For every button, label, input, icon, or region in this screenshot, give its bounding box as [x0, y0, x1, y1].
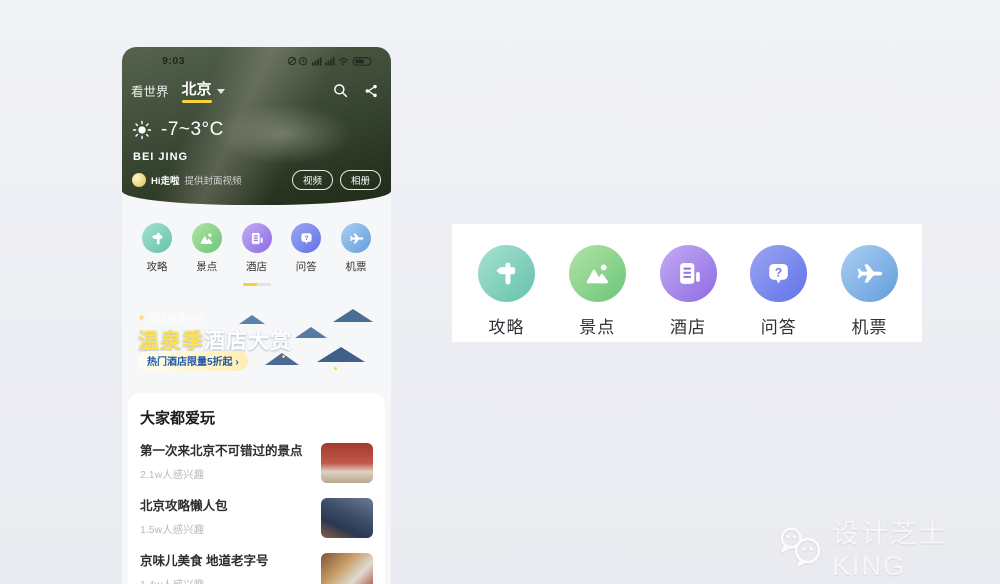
- battery-icon: [353, 57, 371, 65]
- guide-icon: [142, 223, 172, 253]
- nav-item-sights[interactable]: 景点: [192, 223, 222, 274]
- tab-city-beijing[interactable]: 北京: [182, 78, 212, 103]
- wifi-icon: [340, 58, 348, 62]
- signal-icon: [312, 57, 335, 65]
- carousel-indicator: [122, 283, 391, 286]
- status-bar: 9:03: [122, 47, 391, 67]
- hotel-icon-large: [660, 245, 717, 302]
- album-button[interactable]: 相册: [340, 170, 381, 190]
- provider-description: 提供封面视频: [185, 173, 242, 187]
- watermark: 设计芝士KING: [778, 512, 1000, 582]
- page-canvas: 9:03: [0, 0, 1000, 584]
- panel-item-flight[interactable]: 机票: [841, 245, 898, 342]
- flight-icon-large: [841, 245, 898, 302]
- sights-icon: [192, 223, 222, 253]
- panel-item-sights[interactable]: 景点: [569, 245, 626, 342]
- chevron-down-icon[interactable]: [217, 89, 225, 94]
- city-english-name: BEI JING: [122, 141, 391, 163]
- panel-item-guide[interactable]: 攻略: [478, 245, 535, 342]
- banner-tag: ★ 酒店星选Plus: [138, 311, 204, 324]
- status-icons: [287, 55, 379, 67]
- popular-item-2[interactable]: 北京攻略懒人包 1.5w人感兴趣: [140, 498, 373, 538]
- tab-world[interactable]: 看世界: [131, 81, 169, 100]
- search-icon[interactable]: [332, 82, 349, 99]
- provider-avatar: [132, 173, 146, 187]
- popular-item-2-thumbnail: [321, 498, 373, 538]
- popular-card: 大家都爱玩 第一次来北京不可错过的景点 2.1w人感兴趣 北京攻略懒人包 1.5…: [128, 393, 385, 584]
- icon-detail-panel: 攻略 景点 酒店 问答 机票: [452, 224, 922, 342]
- nav-item-hotel[interactable]: 酒店: [242, 223, 272, 274]
- qa-icon-large: [750, 245, 807, 302]
- popular-item-3[interactable]: 京味儿美食 地道老字号 1.4w人感兴趣: [140, 553, 373, 584]
- share-icon[interactable]: [363, 83, 379, 99]
- popular-item-1[interactable]: 第一次来北京不可错过的景点 2.1w人感兴趣: [140, 443, 373, 483]
- indicator-rest: [257, 283, 271, 286]
- weather-widget: -7~3°C: [122, 103, 391, 141]
- flight-icon: [341, 223, 371, 253]
- indicator-active: [243, 283, 257, 286]
- top-nav: 看世界 北京: [122, 67, 391, 103]
- status-time: 9:03: [162, 55, 185, 67]
- guide-icon-large: [478, 245, 535, 302]
- panel-item-qa[interactable]: 问答: [750, 245, 807, 342]
- nav-item-qa[interactable]: 问答: [291, 223, 321, 274]
- popular-item-1-thumbnail: [321, 443, 373, 483]
- nav-item-guide[interactable]: 攻略: [142, 223, 172, 274]
- video-button[interactable]: 视频: [292, 170, 333, 190]
- popular-card-title: 大家都爱玩: [140, 407, 373, 428]
- cover-provider-row: Hi走啦 提供封面视频 视频 相册: [122, 163, 391, 190]
- hero-header: 9:03: [122, 47, 391, 205]
- hotel-icon: [242, 223, 272, 253]
- sights-icon-large: [569, 245, 626, 302]
- star-icon: ★: [138, 313, 145, 322]
- temperature: -7~3°C: [161, 119, 224, 141]
- nav-item-flight[interactable]: 机票: [341, 223, 371, 274]
- panel-item-hotel[interactable]: 酒店: [660, 245, 717, 342]
- phone-nav-icon-row: 攻略 景点 酒店 问答 机票: [122, 205, 391, 274]
- qa-icon: [291, 223, 321, 253]
- active-tab-underline: [182, 100, 212, 103]
- hotel-promo-banner[interactable]: ★ 酒店星选Plus 温泉季酒店大赏 热门酒店限量5折起 ›: [128, 303, 385, 380]
- provider-name: Hi走啦: [151, 173, 180, 187]
- wechat-logo-icon: [778, 524, 824, 570]
- phone-mockup: 9:03: [122, 47, 391, 584]
- watermark-text: 设计芝士KING: [832, 512, 1000, 582]
- banner-cta-pill[interactable]: 热门酒店限量5折起 ›: [138, 351, 248, 371]
- popular-item-3-thumbnail: [321, 553, 373, 584]
- sun-icon: [132, 120, 152, 140]
